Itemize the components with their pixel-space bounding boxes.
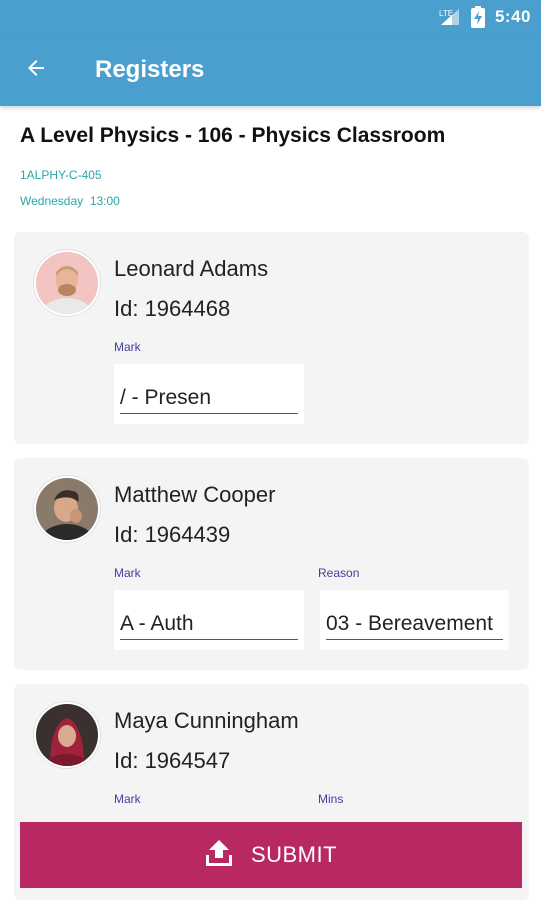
mark-label: Mark [114, 792, 141, 806]
mark-dropdown[interactable]: A - Auth [114, 590, 304, 650]
student-card: Leonard Adams Id: 1964468 Mark / - Prese… [14, 232, 529, 444]
student-id: Id: 1964547 [114, 748, 231, 773]
status-time: 5:40 [494, 7, 531, 26]
class-code: 1ALPHY-C-405 [20, 168, 102, 182]
mark-label: Mark [114, 566, 141, 580]
mark-label: Mark [114, 340, 141, 354]
status-bar: LTE 5:40 [0, 0, 541, 34]
battery-icon [470, 6, 485, 28]
student-card: Matthew Cooper Id: 1964439 Mark A - Auth… [14, 458, 529, 670]
class-time: Wednesday 13:00 [20, 194, 120, 208]
submit-button[interactable]: SUBMIT [20, 822, 522, 888]
avatar [34, 250, 100, 316]
student-name: Leonard Adams [114, 256, 269, 281]
back-button[interactable] [0, 34, 72, 106]
mark-value: A - Auth [120, 612, 298, 640]
student-id: Id: 1964439 [114, 522, 231, 547]
reason-value: 03 - Bereavement [326, 612, 503, 640]
mins-label: Mins [318, 792, 344, 806]
arrow-back-icon [24, 56, 48, 85]
submit-label: SUBMIT [250, 842, 338, 867]
student-name: Matthew Cooper [114, 482, 276, 507]
class-title: A Level Physics - 106 - Physics Classroo… [20, 124, 446, 147]
student-name: Maya Cunningham [114, 708, 299, 733]
signal-icon: LTE [439, 7, 461, 27]
page-title: Registers [95, 56, 205, 83]
svg-text:LTE: LTE [439, 9, 453, 18]
upload-icon [205, 838, 233, 873]
reason-dropdown[interactable]: 03 - Bereavement [320, 590, 509, 650]
mark-value: / - Presen [120, 386, 298, 414]
avatar [34, 702, 100, 768]
app-bar: Registers [0, 34, 541, 106]
mark-dropdown[interactable]: / - Presen [114, 364, 304, 424]
student-id: Id: 1964468 [114, 296, 231, 321]
avatar [34, 476, 100, 542]
reason-label: Reason [318, 566, 360, 580]
